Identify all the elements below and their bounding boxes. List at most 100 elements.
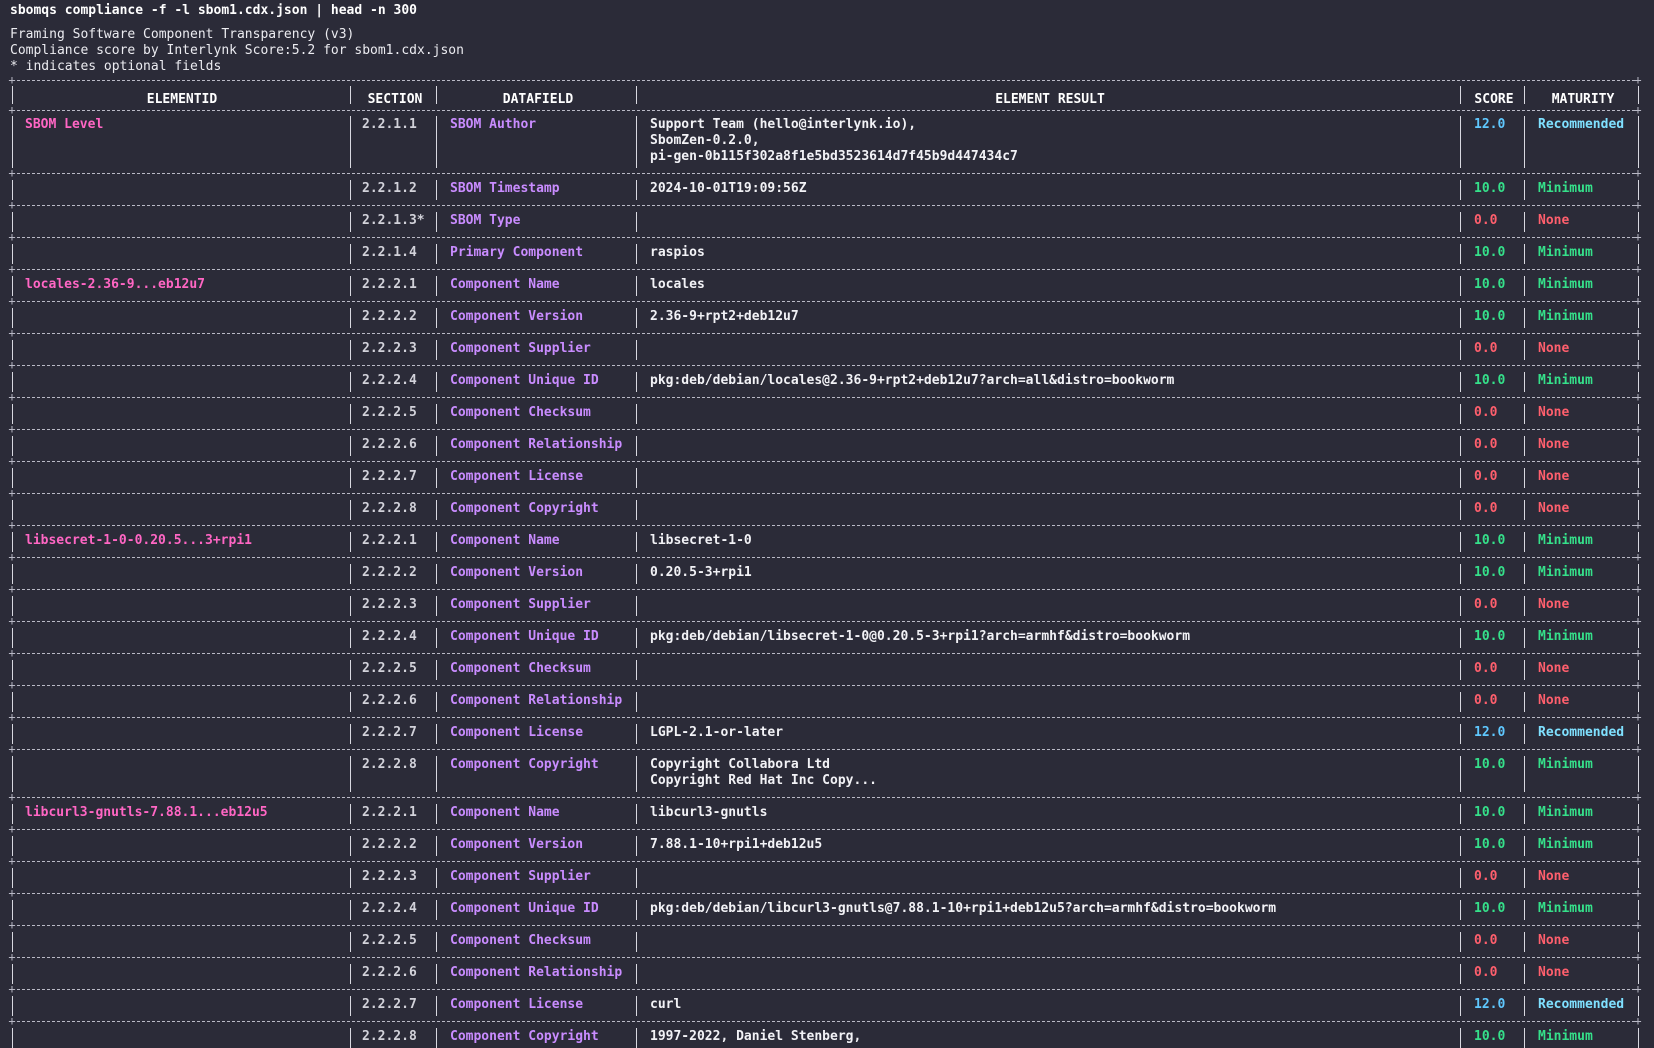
table-row: SBOM Level 2.2.1.1 SBOM Author Support Team… [0, 111, 1654, 173]
maturity-cell: Minimum [1538, 533, 1593, 548]
column-divider [12, 964, 13, 984]
column-divider [1638, 86, 1639, 104]
column-divider [1524, 756, 1525, 792]
column-divider [350, 308, 351, 328]
table-row: 2.2.2.3 Component Supplier 0.0 None [0, 863, 1654, 893]
row-separator [12, 861, 1640, 862]
datafield-cell: SBOM Author [450, 117, 537, 132]
column-divider [12, 628, 13, 648]
column-divider [1524, 836, 1525, 856]
column-divider [350, 532, 351, 552]
row-separator [12, 589, 1640, 590]
group-separator [12, 525, 1640, 526]
table-row: 2.2.2.7 Component License curl 12.0 Recommen… [0, 991, 1654, 1021]
score-cell: 0.0 [1474, 965, 1498, 980]
column-divider [436, 564, 437, 584]
element-id-cell: libcurl3-gnutls-7.88.1...eb12u5 [25, 805, 268, 820]
section-cell: 2.2.1.2 [362, 181, 417, 196]
maturity-cell: Minimum [1538, 837, 1593, 852]
column-divider [436, 692, 437, 712]
table-row: 2.2.2.6 Component Relationship 0.0 None [0, 431, 1654, 461]
section-cell: 2.2.1.4 [362, 245, 417, 260]
column-divider [636, 404, 637, 424]
column-divider [436, 804, 437, 824]
column-divider [1460, 900, 1461, 920]
column-divider [636, 996, 637, 1016]
separator-corner: + [8, 262, 16, 276]
maturity-cell: Recommended [1538, 725, 1625, 740]
column-divider [636, 500, 637, 520]
separator-corner: + [8, 918, 16, 932]
column-divider [636, 532, 637, 552]
row-separator [12, 893, 1640, 894]
table-top-border [12, 80, 1640, 81]
maturity-cell: Minimum [1538, 757, 1593, 772]
separator-corner: + [8, 230, 16, 244]
column-divider [436, 660, 437, 680]
separator-corner: + [1634, 950, 1642, 964]
column-divider [1460, 596, 1461, 616]
table-row: 2.2.2.6 Component Relationship 0.0 None [0, 687, 1654, 717]
terminal-window[interactable]: sbomqs compliance -f -l sbom1.cdx.json |… [0, 0, 1654, 1048]
column-divider [350, 996, 351, 1016]
column-divider [1638, 404, 1639, 424]
separator-corner: + [1634, 294, 1642, 308]
score-cell: 0.0 [1474, 869, 1498, 884]
column-divider [636, 932, 637, 952]
column-divider [1524, 868, 1525, 888]
column-divider [636, 86, 637, 104]
separator-corner: + [8, 550, 16, 564]
column-divider [636, 468, 637, 488]
column-divider [436, 212, 437, 232]
column-divider [1524, 340, 1525, 360]
row-separator [12, 237, 1640, 238]
column-divider [636, 660, 637, 680]
separator-corner: + [1634, 886, 1642, 900]
column-divider [1460, 868, 1461, 888]
section-cell: 2.2.2.8 [362, 1029, 417, 1044]
maturity-cell: None [1538, 693, 1570, 708]
datafield-cell: Component Relationship [450, 965, 623, 980]
separator-corner: + [1634, 790, 1642, 804]
column-divider [436, 116, 437, 168]
row-separator [12, 429, 1640, 430]
table-row: 2.2.2.4 Component Unique ID pkg:deb/debian… [0, 623, 1654, 653]
row-separator [12, 957, 1640, 958]
column-divider [636, 756, 637, 792]
column-divider [12, 276, 13, 296]
column-divider [1524, 932, 1525, 952]
column-divider [1460, 116, 1461, 168]
column-divider [350, 564, 351, 584]
column-divider [636, 628, 637, 648]
row-separator [12, 989, 1640, 990]
column-divider [436, 276, 437, 296]
column-divider [636, 180, 637, 200]
element-result-cell: curl [650, 997, 682, 1012]
column-divider [1524, 404, 1525, 424]
table-row: 2.2.2.2 Component Version 0.20.5-3+rpi1 10.… [0, 559, 1654, 589]
maturity-cell: Minimum [1538, 373, 1593, 388]
score-cell: 10.0 [1474, 565, 1506, 580]
column-divider [1460, 86, 1461, 104]
datafield-cell: Component Name [450, 277, 560, 292]
column-divider [1524, 964, 1525, 984]
separator-corner: + [8, 103, 16, 117]
column-divider [1524, 532, 1525, 552]
column-divider [350, 628, 351, 648]
separator-corner: + [1634, 854, 1642, 868]
element-result-cell: libcurl3-gnutls [650, 805, 768, 820]
datafield-cell: Component Checksum [450, 405, 591, 420]
table-row: libsecret-1-0-0.20.5...3+rpi1 2.2.2.1 Comp… [0, 527, 1654, 557]
datafield-cell: Component License [450, 469, 584, 484]
column-divider [436, 756, 437, 792]
table-row: 2.2.2.8 Component Copyright 0.0 None [0, 495, 1654, 525]
maturity-cell: Recommended [1538, 117, 1625, 132]
score-cell: 0.0 [1474, 213, 1498, 228]
maturity-cell: None [1538, 437, 1570, 452]
element-id-cell: locales-2.36-9...eb12u7 [25, 277, 206, 292]
column-divider [636, 804, 637, 824]
column-divider [636, 372, 637, 392]
datafield-cell: Primary Component [450, 245, 584, 260]
column-divider [1460, 692, 1461, 712]
table-row: 2.2.2.5 Component Checksum 0.0 None [0, 927, 1654, 957]
